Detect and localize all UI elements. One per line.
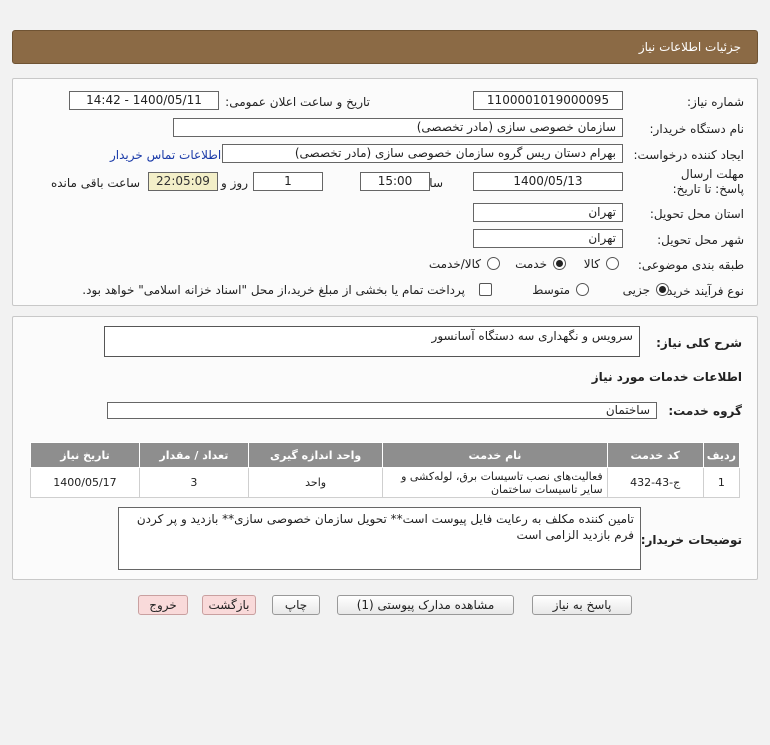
process-label: نوع فرآیند خرید :	[659, 284, 744, 298]
col-unit: واحد اندازه گیری	[247, 442, 384, 468]
services-table: ردیف کد خدمت نام خدمت واحد اندازه گیری ت…	[30, 442, 741, 498]
cell-need-date: 1400/05/17	[30, 467, 140, 498]
table-header-row: ردیف کد خدمت نام خدمت واحد اندازه گیری ت…	[30, 442, 741, 468]
description-field: سرویس و نگهداری سه دستگاه آسانسور	[104, 326, 640, 357]
col-quantity: تعداد / مقدار	[138, 442, 249, 468]
city-label: شهر محل تحویل:	[657, 233, 744, 247]
province-label: استان محل تحویل:	[649, 207, 744, 221]
services-title: اطلاعات خدمات مورد نیاز	[591, 370, 742, 384]
need-number-field: 1100001019000095	[473, 91, 623, 110]
process-radio-medium[interactable]	[576, 283, 589, 296]
treasury-payment-checkbox[interactable]	[479, 283, 492, 296]
col-service-code: کد خدمت	[606, 442, 704, 468]
cell-quantity: 3	[138, 467, 249, 498]
view-attachments-button[interactable]: مشاهده مدارک پیوستی (1)	[337, 595, 514, 615]
back-button[interactable]: بازگشت	[202, 595, 256, 615]
col-row: ردیف	[702, 442, 741, 468]
print-button[interactable]: چاپ	[272, 595, 320, 615]
col-service-name: نام خدمت	[382, 442, 608, 468]
category-goods-label: کالا	[583, 257, 600, 271]
service-group-label: گروه خدمت:	[668, 404, 742, 418]
buyer-org-field: سازمان خصوصی سازی (مادر تخصصی)	[173, 118, 623, 137]
category-radio-goods[interactable]	[606, 257, 619, 270]
category-goods-service-label: کالا/خدمت	[428, 257, 481, 271]
payment-note: پرداخت تمام یا بخشی از مبلغ خرید،از محل …	[82, 283, 465, 297]
process-radio-minor[interactable]	[656, 283, 669, 296]
service-group-field: ساختمان	[107, 402, 657, 419]
cell-service-code: ج-43-432	[606, 467, 704, 498]
announce-label: تاریخ و ساعت اعلان عمومی:	[225, 95, 370, 109]
requester-field: بهرام دستان ریس گروه سازمان خصوصی سازی (…	[222, 144, 623, 163]
buyer-org-label: نام دستگاه خریدار:	[649, 122, 745, 136]
cell-service-name: فعالیت‌های نصب تاسیسات برق، لوله‌کشی و س…	[382, 467, 608, 498]
col-need-date: تاریخ نیاز	[30, 442, 140, 468]
remaining-time-field: 22:05:09	[148, 172, 218, 191]
days-label: روز و	[221, 176, 248, 190]
page-title: جزئیات اطلاعات نیاز	[638, 40, 741, 54]
announce-field: 1400/05/11 - 14:42	[69, 91, 219, 110]
requester-label: ایجاد کننده درخواست:	[633, 148, 744, 162]
days-field: 1	[253, 172, 323, 191]
contact-buyer-link[interactable]: اطلاعات تماس خریدار	[110, 148, 221, 162]
city-field: تهران	[473, 229, 623, 248]
exit-button[interactable]: خروج	[138, 595, 188, 615]
category-service-label: خدمت	[515, 257, 547, 271]
description-label: شرح کلی نیاز:	[656, 336, 742, 350]
category-radio-goods-service[interactable]	[487, 257, 500, 270]
process-minor-label: جزیی	[622, 283, 650, 297]
cell-unit: واحد	[247, 467, 384, 498]
category-label: طبقه بندی موضوعی:	[637, 258, 744, 272]
category-radio-service[interactable]	[553, 257, 566, 270]
table-row: 1 ج-43-432 فعالیت‌های نصب تاسیسات برق، ل…	[30, 467, 741, 498]
need-number-label: شماره نیاز:	[687, 95, 744, 109]
buyer-notes-label: توضیحات خریدار:	[640, 533, 742, 547]
province-field: تهران	[473, 203, 623, 222]
deadline-label: مهلت ارسال پاسخ: تا تاریخ:	[672, 167, 744, 196]
cell-row: 1	[702, 467, 741, 498]
remaining-label: ساعت باقی مانده	[50, 176, 140, 190]
deadline-date-field: 1400/05/13	[473, 172, 623, 191]
buyer-notes-field: تامین کننده مکلف به رعایت فایل پیوست است…	[118, 507, 641, 570]
process-medium-label: متوسط	[532, 283, 570, 297]
reply-button[interactable]: پاسخ به نیاز	[532, 595, 632, 615]
page-header: جزئیات اطلاعات نیاز	[12, 30, 758, 64]
deadline-time-field: 15:00	[360, 172, 430, 191]
